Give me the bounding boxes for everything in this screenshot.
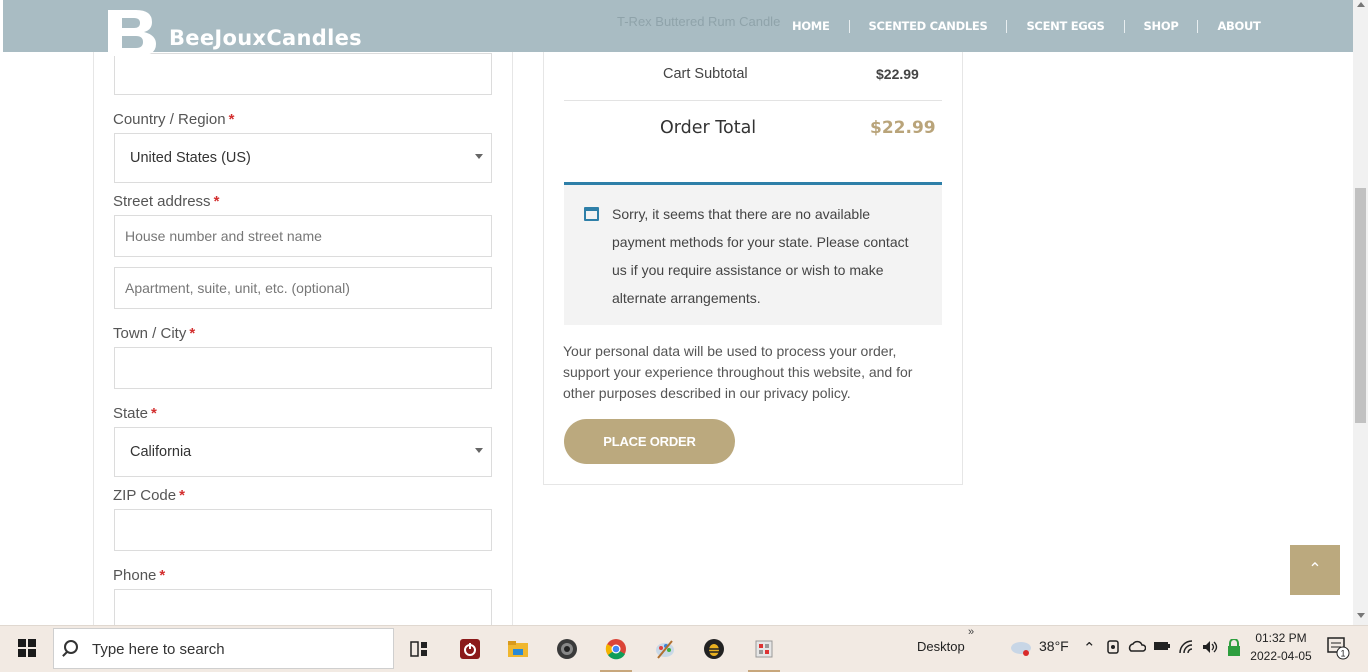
state-value: California: [130, 444, 192, 460]
state-select[interactable]: California: [114, 427, 492, 477]
ghost-product-title: T-Rex Buttered Rum Candle: [617, 14, 781, 29]
notification-count: 1: [1340, 649, 1345, 659]
apartment-input[interactable]: Apartment, suite, unit, etc. (optional): [114, 267, 492, 309]
scroll-thumb[interactable]: [1355, 188, 1366, 423]
meet-now-icon[interactable]: [1106, 639, 1120, 659]
nav-about[interactable]: ABOUT: [1198, 19, 1279, 33]
security-lock-icon[interactable]: [1227, 638, 1241, 661]
onedrive-icon[interactable]: [1128, 639, 1147, 657]
street-address-input[interactable]: House number and street name: [114, 215, 492, 257]
chevron-down-icon: [475, 448, 483, 453]
search-icon: [64, 640, 78, 654]
file-explorer-icon[interactable]: [502, 633, 534, 665]
street-placeholder: House number and street name: [125, 228, 322, 244]
taskbar-search-box[interactable]: Type here to search: [53, 628, 394, 669]
zip-label: ZIP Code *: [113, 487, 185, 504]
divider: [564, 100, 942, 101]
country-select[interactable]: United States (US): [114, 133, 492, 183]
chevron-down-icon: [475, 154, 483, 159]
main-nav: HOME SCENTED CANDLES SCENT EGGS SHOP ABO…: [773, 17, 1280, 35]
nav-shop[interactable]: SHOP: [1125, 19, 1198, 33]
desktop-toolbar-label[interactable]: Desktop: [917, 639, 965, 654]
city-input[interactable]: [114, 347, 492, 389]
task-view-icon[interactable]: [403, 633, 435, 665]
site-header: BeeJouxCandles T-Rex Buttered Rum Candle…: [3, 0, 1353, 56]
clock-date: 2022-04-05: [1250, 649, 1312, 663]
battery-icon[interactable]: [1152, 639, 1172, 657]
speaker-app-icon[interactable]: [551, 633, 583, 665]
bee-app-icon[interactable]: [698, 633, 730, 665]
nav-home[interactable]: HOME: [773, 19, 849, 33]
temperature[interactable]: 38°F: [1039, 638, 1069, 654]
brand-name[interactable]: BeeJouxCandles: [169, 26, 362, 50]
country-value: United States (US): [130, 150, 251, 166]
chrome-icon[interactable]: [600, 633, 632, 672]
scroll-down-arrow-icon[interactable]: [1357, 613, 1365, 618]
city-label: Town / City *: [113, 325, 196, 342]
taskbar: Type here to search Desktop » 38°F ⌃ 01:…: [0, 625, 1368, 672]
toolbar-overflow-chevron[interactable]: »: [968, 626, 974, 638]
cart-subtotal-value: $22.99: [876, 66, 919, 82]
privacy-text: Your personal data will be used to proce…: [563, 343, 913, 401]
cart-subtotal-label: Cart Subtotal: [663, 66, 748, 82]
system-clock[interactable]: 01:32 PM 2022-04-05: [1249, 629, 1313, 665]
zip-input[interactable]: [114, 509, 492, 551]
window-icon: [584, 207, 599, 221]
street-label: Street address *: [113, 193, 220, 210]
store-app-icon[interactable]: [748, 633, 780, 672]
weather-icon[interactable]: [1009, 636, 1033, 662]
apartment-placeholder: Apartment, suite, unit, etc. (optional): [125, 280, 350, 296]
place-order-button[interactable]: PLACE ORDER: [564, 419, 735, 464]
nav-scented-candles[interactable]: SCENTED CANDLES: [850, 19, 1007, 33]
power-app-icon[interactable]: [454, 633, 486, 665]
page-scrollbar[interactable]: [1353, 0, 1368, 625]
logo[interactable]: [106, 10, 158, 56]
phone-input[interactable]: [114, 589, 492, 625]
payment-notice: Sorry, it seems that there are no availa…: [564, 182, 942, 325]
wifi-icon[interactable]: [1178, 639, 1196, 659]
double-chevron-up-icon: ⌃: [1308, 561, 1322, 578]
notification-center-icon[interactable]: 1: [1326, 636, 1350, 664]
chevron-up-icon[interactable]: ⌃: [1083, 639, 1096, 657]
address-field-top[interactable]: [114, 53, 492, 95]
state-label: State *: [113, 405, 157, 422]
order-total-label: Order Total: [660, 118, 757, 138]
clock-time: 01:32 PM: [1255, 631, 1307, 645]
volume-icon[interactable]: [1201, 639, 1219, 659]
taskbar-search-placeholder: Type here to search: [92, 641, 225, 658]
browser-viewport: Country / Region * United States (US) Str…: [0, 0, 1368, 625]
paint-app-icon[interactable]: [649, 633, 681, 665]
windows-start-icon[interactable]: [18, 639, 37, 658]
order-total-value: $22.99: [870, 118, 936, 138]
back-to-top-button[interactable]: ⌃: [1290, 545, 1340, 595]
country-label: Country / Region *: [113, 111, 235, 128]
phone-label: Phone *: [113, 567, 166, 584]
scroll-up-arrow-icon[interactable]: [1357, 2, 1365, 7]
nav-scent-eggs[interactable]: SCENT EGGS: [1007, 19, 1123, 33]
payment-notice-text: Sorry, it seems that there are no availa…: [612, 206, 909, 306]
